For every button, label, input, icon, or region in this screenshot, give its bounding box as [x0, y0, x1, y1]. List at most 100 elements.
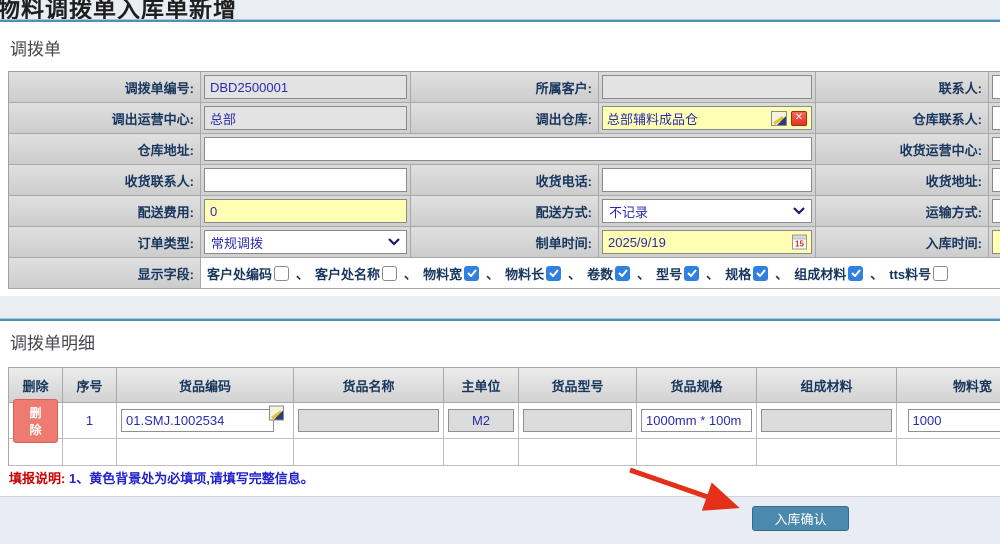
empty-cell: [117, 439, 294, 466]
empty-cell: [757, 439, 897, 466]
note-text: 1、黄色背景处为必填项,请填写完整信息。: [69, 471, 314, 486]
delivery-method-label: 配送方式:: [411, 196, 599, 227]
contact-input[interactable]: [992, 75, 1000, 99]
checkbox[interactable]: [464, 266, 479, 281]
table-row-cell: [294, 403, 444, 439]
col-header-spec: 货品规格: [637, 368, 757, 403]
transport-method-input[interactable]: [992, 199, 1000, 223]
main-unit-input[interactable]: [448, 409, 514, 432]
checkmark-icon: [687, 269, 697, 277]
footer-bar: [0, 496, 1000, 544]
clear-icon[interactable]: ✕: [791, 111, 807, 126]
display-field-item: 物料宽: [423, 264, 479, 283]
table-row-cell: [757, 403, 897, 439]
note-label: 填报说明:: [9, 471, 65, 486]
order-type-label: 订单类型:: [9, 227, 201, 258]
customer-label: 所属客户:: [411, 72, 599, 103]
recv-phone-input[interactable]: [602, 168, 812, 192]
checkmark-icon: [851, 269, 861, 277]
warehouse-address-input[interactable]: [204, 137, 812, 161]
checkbox[interactable]: [546, 266, 561, 281]
delete-row-button[interactable]: 删除: [13, 399, 58, 443]
order-no-label: 调拨单编号:: [9, 72, 201, 103]
chevron-down-icon: [793, 207, 805, 215]
col-header-model: 货品型号: [519, 368, 637, 403]
checkbox[interactable]: [933, 266, 948, 281]
transport-method-label: 运输方式:: [816, 196, 989, 227]
checkbox[interactable]: [848, 266, 863, 281]
delivery-method-select[interactable]: 不记录: [602, 199, 812, 223]
empty-cell: [294, 439, 444, 466]
checkbox[interactable]: [382, 266, 397, 281]
checkmark-icon: [467, 269, 477, 277]
checkmark-icon: [756, 269, 766, 277]
transfer-detail-table: 删除 序号 货品编码 货品名称 主单位 货品型号 货品规格 组成材料 物料宽 删…: [8, 367, 1000, 466]
warehouse-contact-label: 仓库联系人:: [816, 103, 989, 134]
empty-cell: [444, 439, 519, 466]
contact-label: 联系人:: [816, 72, 989, 103]
recv-address-label: 收货地址:: [816, 165, 989, 196]
lookup-icon[interactable]: [771, 111, 787, 126]
checkbox[interactable]: [615, 266, 630, 281]
material-width-input[interactable]: [908, 409, 1000, 432]
out-center-input[interactable]: [204, 106, 407, 130]
table-row-cell: [637, 403, 757, 439]
page: 物料调拨单入库单新增 调拨单 调拨单编号: 所属客户: 联系人: 调出运营中心:…: [0, 0, 1000, 544]
material-input[interactable]: [761, 409, 892, 432]
row-seq: 1: [86, 413, 93, 428]
create-time-input[interactable]: [602, 230, 812, 254]
recv-center-label: 收货运营中心:: [816, 134, 989, 165]
recv-contact-input[interactable]: [204, 168, 407, 192]
col-header-unit: 主单位: [444, 368, 519, 403]
display-field-item: 型号: [656, 264, 699, 283]
delivery-fee-label: 配送费用:: [9, 196, 201, 227]
lookup-icon[interactable]: [269, 406, 284, 421]
order-type-select[interactable]: 常规调拨: [204, 230, 407, 254]
delivery-fee-input[interactable]: [204, 199, 407, 223]
inbound-time-label: 入库时间:: [816, 227, 989, 258]
table-row-cell: [519, 403, 637, 439]
create-time-label: 制单时间:: [411, 227, 599, 258]
empty-cell: [519, 439, 637, 466]
display-fields-label: 显示字段:: [9, 258, 201, 289]
checkbox[interactable]: [753, 266, 768, 281]
col-header-material: 组成材料: [757, 368, 897, 403]
recv-center-input[interactable]: [992, 137, 1000, 161]
display-field-item: 规格: [725, 264, 768, 283]
display-field-item: 组成材料: [794, 264, 863, 283]
recv-phone-label: 收货电话:: [411, 165, 599, 196]
table-row-cell: [897, 403, 1000, 439]
checkbox[interactable]: [274, 266, 289, 281]
checkbox[interactable]: [684, 266, 699, 281]
out-warehouse-value: 总部辅料成品仓: [607, 109, 767, 128]
out-warehouse-field[interactable]: 总部辅料成品仓 ✕: [602, 106, 812, 130]
empty-cell: [897, 439, 1000, 466]
goods-model-input[interactable]: [523, 409, 632, 432]
display-field-item: 卷数: [587, 264, 630, 283]
display-field-item: 物料长: [505, 264, 561, 283]
col-header-seq: 序号: [63, 368, 117, 403]
goods-code-input[interactable]: [121, 409, 274, 432]
recv-contact-label: 收货联系人:: [9, 165, 201, 196]
recv-address-input[interactable]: [992, 168, 1000, 192]
col-header-delete: 删除: [9, 368, 63, 403]
inbound-time-input[interactable]: [992, 230, 1000, 254]
warehouse-contact-input[interactable]: [992, 106, 1000, 130]
out-center-label: 调出运营中心:: [9, 103, 201, 134]
col-header-code: 货品编码: [117, 368, 294, 403]
display-field-item: tts料号: [889, 264, 948, 283]
checkmark-icon: [618, 269, 628, 277]
section-title-transfer-order: 调拨单: [10, 35, 61, 60]
out-warehouse-label: 调出仓库:: [411, 103, 599, 134]
order-no-input[interactable]: [204, 75, 407, 99]
customer-input[interactable]: [602, 75, 812, 99]
calendar-icon[interactable]: 15: [792, 235, 807, 250]
chevron-down-icon: [388, 238, 400, 246]
goods-spec-input[interactable]: [641, 409, 752, 432]
checkmark-icon: [549, 269, 559, 277]
section-title-transfer-detail: 调拨单明细: [10, 329, 95, 354]
table-row-cell: [444, 403, 519, 439]
goods-name-input[interactable]: [298, 409, 439, 432]
inbound-confirm-button[interactable]: 入库确认: [752, 506, 849, 531]
table-row-cell: 删除: [9, 403, 63, 439]
